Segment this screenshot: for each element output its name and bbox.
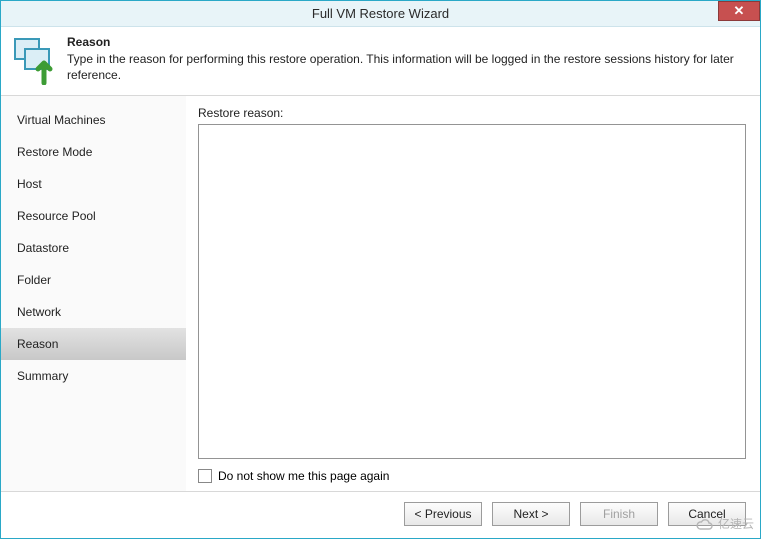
close-button[interactable]: ✕ bbox=[718, 1, 760, 21]
step-reason[interactable]: Reason bbox=[1, 328, 186, 360]
wizard-header: Reason Type in the reason for performing… bbox=[1, 27, 760, 96]
step-restore-mode[interactable]: Restore Mode bbox=[1, 136, 186, 168]
step-network[interactable]: Network bbox=[1, 296, 186, 328]
step-host[interactable]: Host bbox=[1, 168, 186, 200]
do-not-show-checkbox[interactable] bbox=[198, 469, 212, 483]
step-folder[interactable]: Folder bbox=[1, 264, 186, 296]
step-virtual-machines[interactable]: Virtual Machines bbox=[1, 104, 186, 136]
header-description: Type in the reason for performing this r… bbox=[67, 51, 748, 83]
next-button[interactable]: Next > bbox=[492, 502, 570, 526]
header-text: Reason Type in the reason for performing… bbox=[67, 35, 748, 85]
step-summary[interactable]: Summary bbox=[1, 360, 186, 392]
step-resource-pool[interactable]: Resource Pool bbox=[1, 200, 186, 232]
wizard-footer: < Previous Next > Finish Cancel bbox=[1, 491, 760, 538]
wizard-steps-sidebar: Virtual Machines Restore Mode Host Resou… bbox=[1, 96, 186, 491]
cancel-button[interactable]: Cancel bbox=[668, 502, 746, 526]
restore-vm-icon bbox=[11, 35, 61, 85]
close-icon: ✕ bbox=[734, 3, 745, 19]
titlebar: Full VM Restore Wizard ✕ bbox=[1, 1, 760, 27]
step-datastore[interactable]: Datastore bbox=[1, 232, 186, 264]
restore-reason-label: Restore reason: bbox=[198, 106, 746, 120]
finish-button: Finish bbox=[580, 502, 658, 526]
restore-reason-input[interactable] bbox=[198, 124, 746, 459]
wizard-window: Full VM Restore Wizard ✕ Reason Type in … bbox=[0, 0, 761, 539]
previous-button[interactable]: < Previous bbox=[404, 502, 482, 526]
do-not-show-label: Do not show me this page again bbox=[218, 469, 389, 483]
window-title: Full VM Restore Wizard bbox=[312, 6, 449, 21]
do-not-show-row: Do not show me this page again bbox=[198, 459, 746, 491]
header-title: Reason bbox=[67, 35, 748, 49]
wizard-main-panel: Restore reason: Do not show me this page… bbox=[186, 96, 760, 491]
wizard-body: Virtual Machines Restore Mode Host Resou… bbox=[1, 96, 760, 491]
